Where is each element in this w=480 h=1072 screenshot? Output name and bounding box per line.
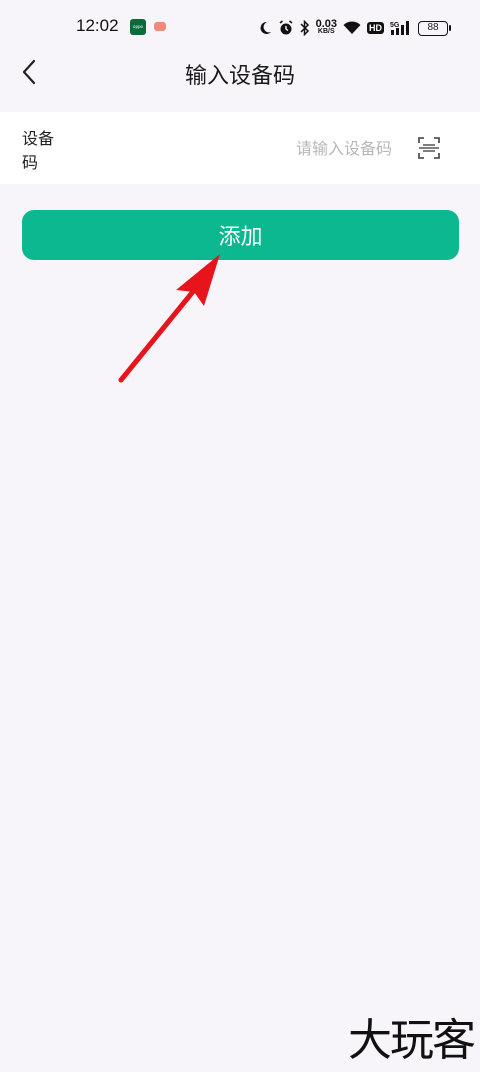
moon-icon (260, 21, 271, 34)
page-title: 输入设备码 (184, 64, 295, 89)
battery-indicator: 88 (418, 20, 451, 36)
signal-icon: 5G (390, 21, 409, 35)
status-icons: 0.03 KB/S HD 5G 88 (258, 17, 451, 39)
scan-icon (418, 137, 440, 159)
device-code-label: 设备码 (22, 129, 55, 172)
alarm-icon (279, 20, 293, 35)
wifi-icon (343, 21, 361, 34)
nav-bar: 输入设备码 (0, 48, 480, 100)
add-button[interactable]: 添加 (22, 210, 459, 260)
game-notification-icon (154, 22, 166, 31)
scan-button[interactable] (416, 135, 442, 161)
svg-text:5G: 5G (390, 22, 400, 29)
watermark-logo: 大玩客 (348, 1015, 476, 1066)
status-time: 12:02 (76, 16, 119, 35)
device-code-input[interactable] (192, 134, 392, 162)
network-speed: 0.03 KB/S (315, 18, 337, 36)
app-notification-icon: oppo (130, 19, 146, 35)
hd-badge: HD (367, 22, 384, 34)
screen: 12:02 oppo 0.03 KB/S HD 5G 88 输入设备码 设备码 … (0, 0, 480, 1072)
bluetooth-icon (300, 20, 309, 36)
device-code-row: 设备码 (0, 112, 480, 184)
